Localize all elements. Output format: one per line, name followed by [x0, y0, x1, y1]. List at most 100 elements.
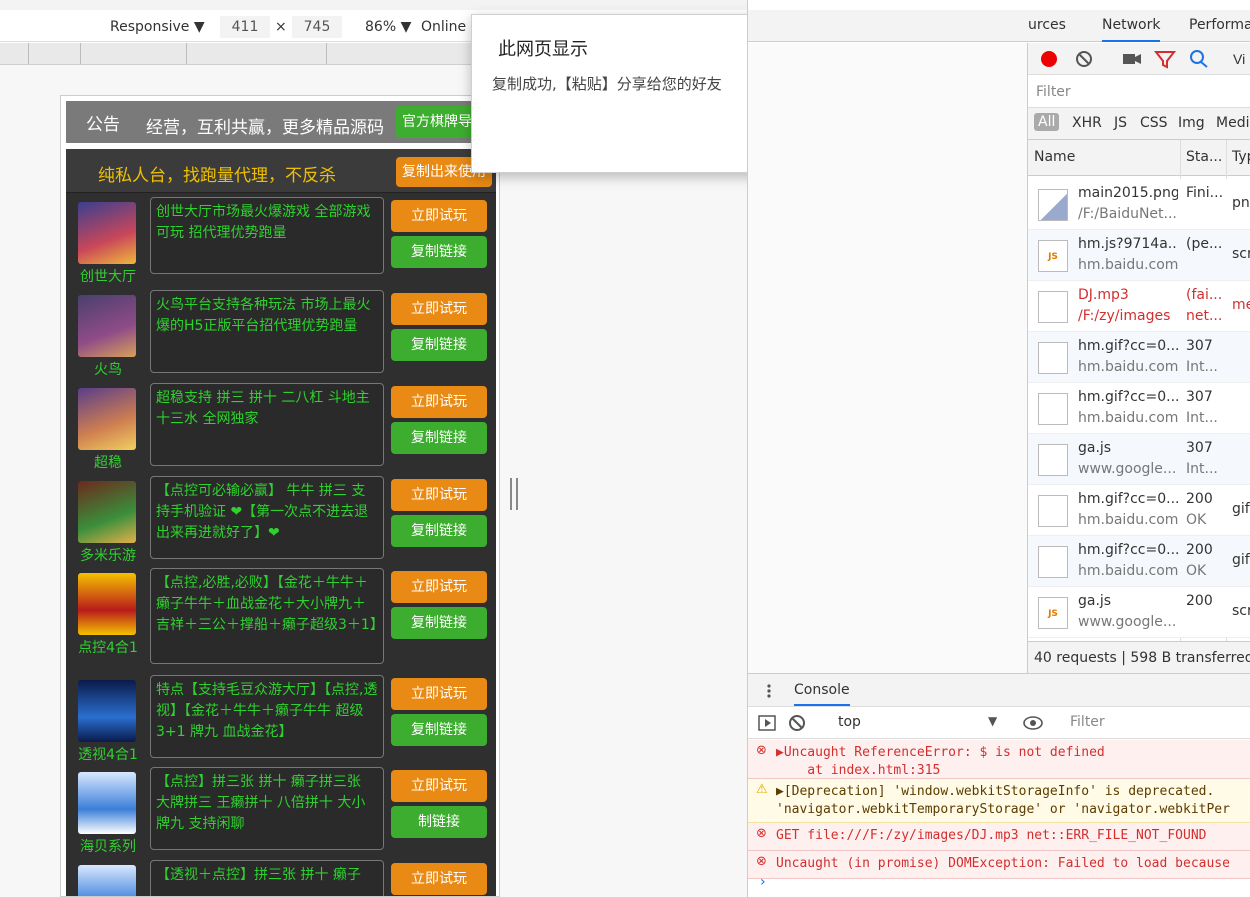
- eye-icon[interactable]: [1022, 707, 1044, 739]
- play-now-button[interactable]: 立即试玩: [391, 863, 487, 895]
- type-xhr[interactable]: XHR: [1072, 115, 1102, 131]
- console-message-detail[interactable]: 'navigator.webkitTemporaryStorage' or 'n…: [776, 801, 1250, 819]
- request-domain: hm.baidu.com: [1078, 512, 1178, 528]
- game-description: 【点控,必胜,必败】【金花＋牛牛＋癞子牛牛＋血战金花＋大小牌九＋吉祥＋三公＋撑船…: [150, 568, 384, 664]
- type-css[interactable]: CSS: [1140, 115, 1168, 131]
- console-message-text[interactable]: ▶Uncaught ReferenceError: $ is not defin…: [776, 744, 1250, 762]
- type-js[interactable]: JS: [1114, 115, 1127, 131]
- request-domain: www.google...: [1078, 461, 1177, 477]
- play-now-button[interactable]: 立即试玩: [391, 571, 487, 603]
- request-status-text: OK: [1186, 563, 1207, 579]
- game-thumbnail[interactable]: [78, 772, 136, 834]
- play-now-button[interactable]: 立即试玩: [391, 386, 487, 418]
- device-mode-select[interactable]: Responsive ▼: [110, 16, 205, 38]
- viewport-width-input[interactable]: 411: [220, 16, 270, 38]
- console-message-detail[interactable]: at index.html:315: [776, 762, 1250, 778]
- play-now-button[interactable]: 立即试玩: [391, 678, 487, 710]
- console-message-text[interactable]: ▶[Deprecation] 'window.webkitStorageInfo…: [776, 783, 1250, 801]
- game-thumbnail[interactable]: [78, 202, 136, 264]
- play-now-button[interactable]: 立即试玩: [391, 293, 487, 325]
- game-thumbnail[interactable]: [78, 680, 136, 742]
- console-message: ⊗ Uncaught (in promise) DOMException: Fai…: [748, 851, 1250, 879]
- network-filter-placeholder: Filter: [1036, 84, 1071, 100]
- copy-link-button[interactable]: 复制链接: [391, 714, 487, 746]
- request-name: hm.gif?cc=0...: [1078, 338, 1178, 354]
- game-description: 特点【支持毛豆众游大厅】【点控,透视】【金花＋牛牛＋癞子牛牛 超级3+1 牌九 …: [150, 675, 384, 758]
- context-select[interactable]: top: [838, 714, 861, 730]
- tab-performance[interactable]: Performan: [1189, 17, 1250, 33]
- official-guide-button[interactable]: 官方棋牌导: [396, 106, 478, 138]
- network-request-row[interactable]: hm.gif?cc=0... hm.baidu.com 200 OK gif: [1028, 485, 1250, 536]
- record-icon[interactable]: [1041, 51, 1057, 67]
- blank-file-icon: [1038, 444, 1068, 476]
- clear-console-icon[interactable]: [789, 715, 805, 731]
- zoom-select[interactable]: 86% ▼: [365, 16, 411, 38]
- game-thumbnail[interactable]: [78, 865, 136, 896]
- copy-link-button[interactable]: 复制链接: [391, 236, 487, 268]
- blank-file-icon: [1038, 342, 1068, 374]
- copy-link-button[interactable]: 复制链接: [391, 607, 487, 639]
- game-thumbnail[interactable]: [78, 295, 136, 357]
- col-status[interactable]: Sta...: [1186, 149, 1222, 165]
- tab-sources[interactable]: urces: [1028, 17, 1066, 33]
- copy-link-button[interactable]: 复制链接: [391, 515, 487, 547]
- viewport-resize-handle[interactable]: [510, 478, 518, 510]
- play-now-button[interactable]: 立即试玩: [391, 479, 487, 511]
- console-message-text[interactable]: Uncaught (in promise) DOMException: Fail…: [776, 855, 1250, 873]
- tab-console[interactable]: Console: [794, 682, 850, 706]
- camera-icon[interactable]: [1123, 54, 1141, 64]
- more-options-icon[interactable]: [764, 683, 774, 699]
- network-request-row[interactable]: main2015.png/F:/BaiduNet... Fini... pnc: [1028, 179, 1250, 230]
- play-now-button[interactable]: 立即试玩: [391, 200, 487, 232]
- network-request-row[interactable]: hm.gif?cc=0... hm.baidu.com 307 Int...: [1028, 383, 1250, 434]
- game-thumbnail[interactable]: [78, 481, 136, 543]
- game-name: 点控4合1: [78, 640, 138, 656]
- screen: Responsive ▼ 411 × 745 86% ▼ Online 公告 经…: [0, 0, 1250, 897]
- sidebar-toggle-icon[interactable]: [758, 715, 776, 731]
- blank-file-icon: [1038, 495, 1068, 527]
- network-request-row[interactable]: hm.gif?cc=0... hm.baidu.com 200 OK gif: [1028, 536, 1250, 587]
- col-name[interactable]: Name: [1034, 149, 1075, 165]
- copy-link-button[interactable]: 制链接: [391, 806, 487, 838]
- network-request-row[interactable]: DJ.mp3/F:/zy/images (fai... net... me: [1028, 281, 1250, 332]
- copy-link-button[interactable]: 复制链接: [391, 422, 487, 454]
- request-type: gif: [1232, 552, 1250, 568]
- request-status: 200: [1186, 542, 1213, 558]
- network-filter[interactable]: Filter: [1028, 76, 1250, 108]
- resource-type-filters: All XHR JS CSS Img Medi: [1028, 108, 1250, 140]
- network-request-row[interactable]: JS ga.js www.google... 200 scr: [1028, 587, 1250, 638]
- clear-icon[interactable]: [1076, 51, 1092, 67]
- request-status: 200: [1186, 593, 1213, 609]
- copy-link-button[interactable]: 复制链接: [391, 329, 487, 361]
- search-icon[interactable]: [1190, 50, 1208, 68]
- request-name: main2015.png: [1078, 185, 1178, 201]
- console-message-text[interactable]: GET file:///F:/zy/images/DJ.mp3 net::ERR…: [776, 827, 1250, 845]
- ruler-mark: [186, 43, 187, 64]
- request-name: hm.js?9714a...: [1078, 236, 1178, 252]
- network-request-row[interactable]: ga.js www.google... 307 Int...: [1028, 434, 1250, 485]
- request-status-text: Int...: [1186, 461, 1218, 477]
- type-media[interactable]: Medi: [1216, 115, 1249, 131]
- console-prompt[interactable]: ›: [760, 874, 766, 890]
- blank-file-icon: [1038, 291, 1068, 323]
- console-filter-input[interactable]: Filter: [1070, 714, 1105, 730]
- type-img[interactable]: Img: [1178, 115, 1205, 131]
- chevron-down-icon[interactable]: ▼: [988, 714, 997, 728]
- tab-network[interactable]: Network: [1102, 17, 1161, 42]
- network-request-row[interactable]: JS hm.js?9714a... hm.baidu.com (pe... scr: [1028, 230, 1250, 281]
- image-file-icon: [1038, 189, 1068, 221]
- devtools-panel: urces Network Performan Vi Filter All XH…: [747, 0, 1250, 897]
- game-thumbnail[interactable]: [78, 388, 136, 450]
- viewport-height-input[interactable]: 745: [292, 16, 342, 38]
- game-thumbnail[interactable]: [78, 573, 136, 635]
- request-status-text: net...: [1186, 308, 1223, 324]
- filter-icon[interactable]: [1153, 51, 1177, 69]
- play-now-button[interactable]: 立即试玩: [391, 770, 487, 802]
- network-throttle-select[interactable]: Online: [421, 16, 466, 38]
- type-all[interactable]: All: [1034, 113, 1060, 131]
- game-description: 【点控可必输必赢】 牛牛 拼三 支持手机验证 ❤【第一次点不进去退出来再进就好了…: [150, 476, 384, 559]
- game-name: 超稳: [94, 455, 122, 471]
- network-request-row[interactable]: hm.gif?cc=0... hm.baidu.com 307 Int...: [1028, 332, 1250, 383]
- col-type[interactable]: Typ: [1232, 149, 1250, 165]
- network-toolbar: Vi: [1028, 43, 1250, 75]
